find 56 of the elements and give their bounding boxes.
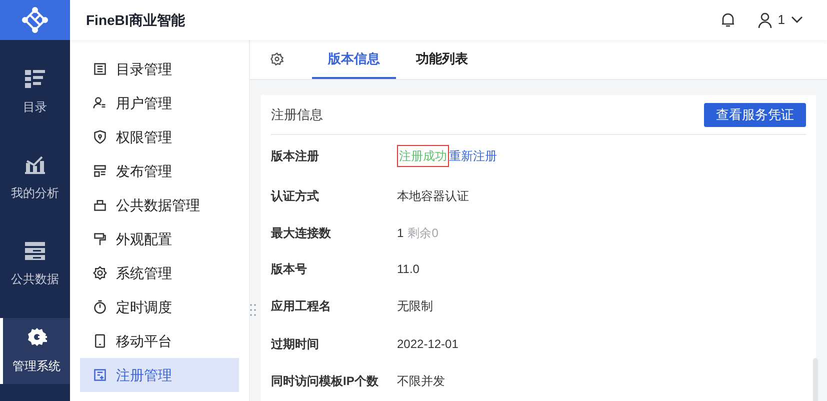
field-value: 2022-12-01: [397, 336, 458, 353]
timer-icon: [93, 300, 107, 314]
view-certificate-button[interactable]: 查看服务凭证: [704, 102, 806, 126]
gear-icon: [26, 327, 46, 347]
catalog-icon: [25, 70, 45, 88]
field-label: 过期时间: [271, 336, 320, 353]
menu-item[interactable]: 注册管理: [80, 358, 239, 392]
reregister-link[interactable]: 重新注册: [449, 147, 497, 165]
shield-icon: [93, 130, 107, 144]
bell-icon[interactable]: [720, 12, 736, 28]
menu-item[interactable]: 公共数据管理: [80, 188, 239, 222]
settings-icon[interactable]: [270, 52, 284, 66]
chart-icon: [25, 156, 45, 174]
rail-item[interactable]: 目录: [0, 60, 70, 126]
menu-item[interactable]: 移动平台: [80, 324, 239, 358]
field-value: 本地容器认证: [397, 188, 469, 205]
logo-icon: [22, 7, 48, 33]
field-value: 无限制: [397, 298, 433, 315]
field-label: 同时访问模板IP个数: [271, 373, 380, 390]
list-icon: [93, 62, 107, 76]
chevron-down-icon[interactable]: [791, 16, 803, 24]
phone-icon: [93, 334, 107, 348]
gear-icon: [93, 266, 107, 280]
rail-item[interactable]: 管理系统: [0, 318, 70, 384]
database-icon: [25, 242, 45, 260]
field-value: 不限并发: [397, 373, 445, 390]
field-label: 最大连接数: [271, 225, 332, 242]
card-title: 注册信息: [271, 106, 323, 124]
remaining-count: 剩余0: [408, 225, 438, 242]
field-value: 11.0: [397, 261, 420, 278]
rail-item[interactable]: 我的分析: [0, 146, 70, 212]
tab[interactable]: 功能列表: [400, 41, 484, 79]
menu-item[interactable]: 外观配置: [80, 222, 239, 256]
field-label: 认证方式: [271, 188, 320, 205]
menu-item[interactable]: 用户管理: [80, 86, 239, 120]
app-title: FineBI商业智能: [86, 10, 185, 30]
user-icon: [93, 96, 107, 110]
field-label: 应用工程名: [271, 298, 332, 315]
menu-item[interactable]: 权限管理: [80, 120, 239, 154]
menu-item[interactable]: 系统管理: [80, 256, 239, 290]
user-name[interactable]: 1: [778, 10, 785, 30]
field-label: 版本号: [271, 261, 308, 278]
field-label: 版本注册: [271, 148, 320, 165]
drag-handle-icon[interactable]: [250, 303, 256, 317]
menu-item[interactable]: 定时调度: [80, 290, 239, 324]
menu-item[interactable]: 发布管理: [80, 154, 239, 188]
register-icon: [93, 368, 107, 382]
status-text: 注册成功: [397, 145, 449, 167]
field-value: 1: [397, 225, 404, 242]
publish-icon: [93, 164, 107, 178]
user-icon[interactable]: [758, 12, 772, 28]
rail-item[interactable]: 公共数据: [0, 232, 70, 298]
box-icon: [93, 198, 107, 212]
menu-item[interactable]: 目录管理: [80, 52, 239, 86]
tab[interactable]: 版本信息: [312, 41, 396, 79]
brush-icon: [93, 232, 107, 246]
